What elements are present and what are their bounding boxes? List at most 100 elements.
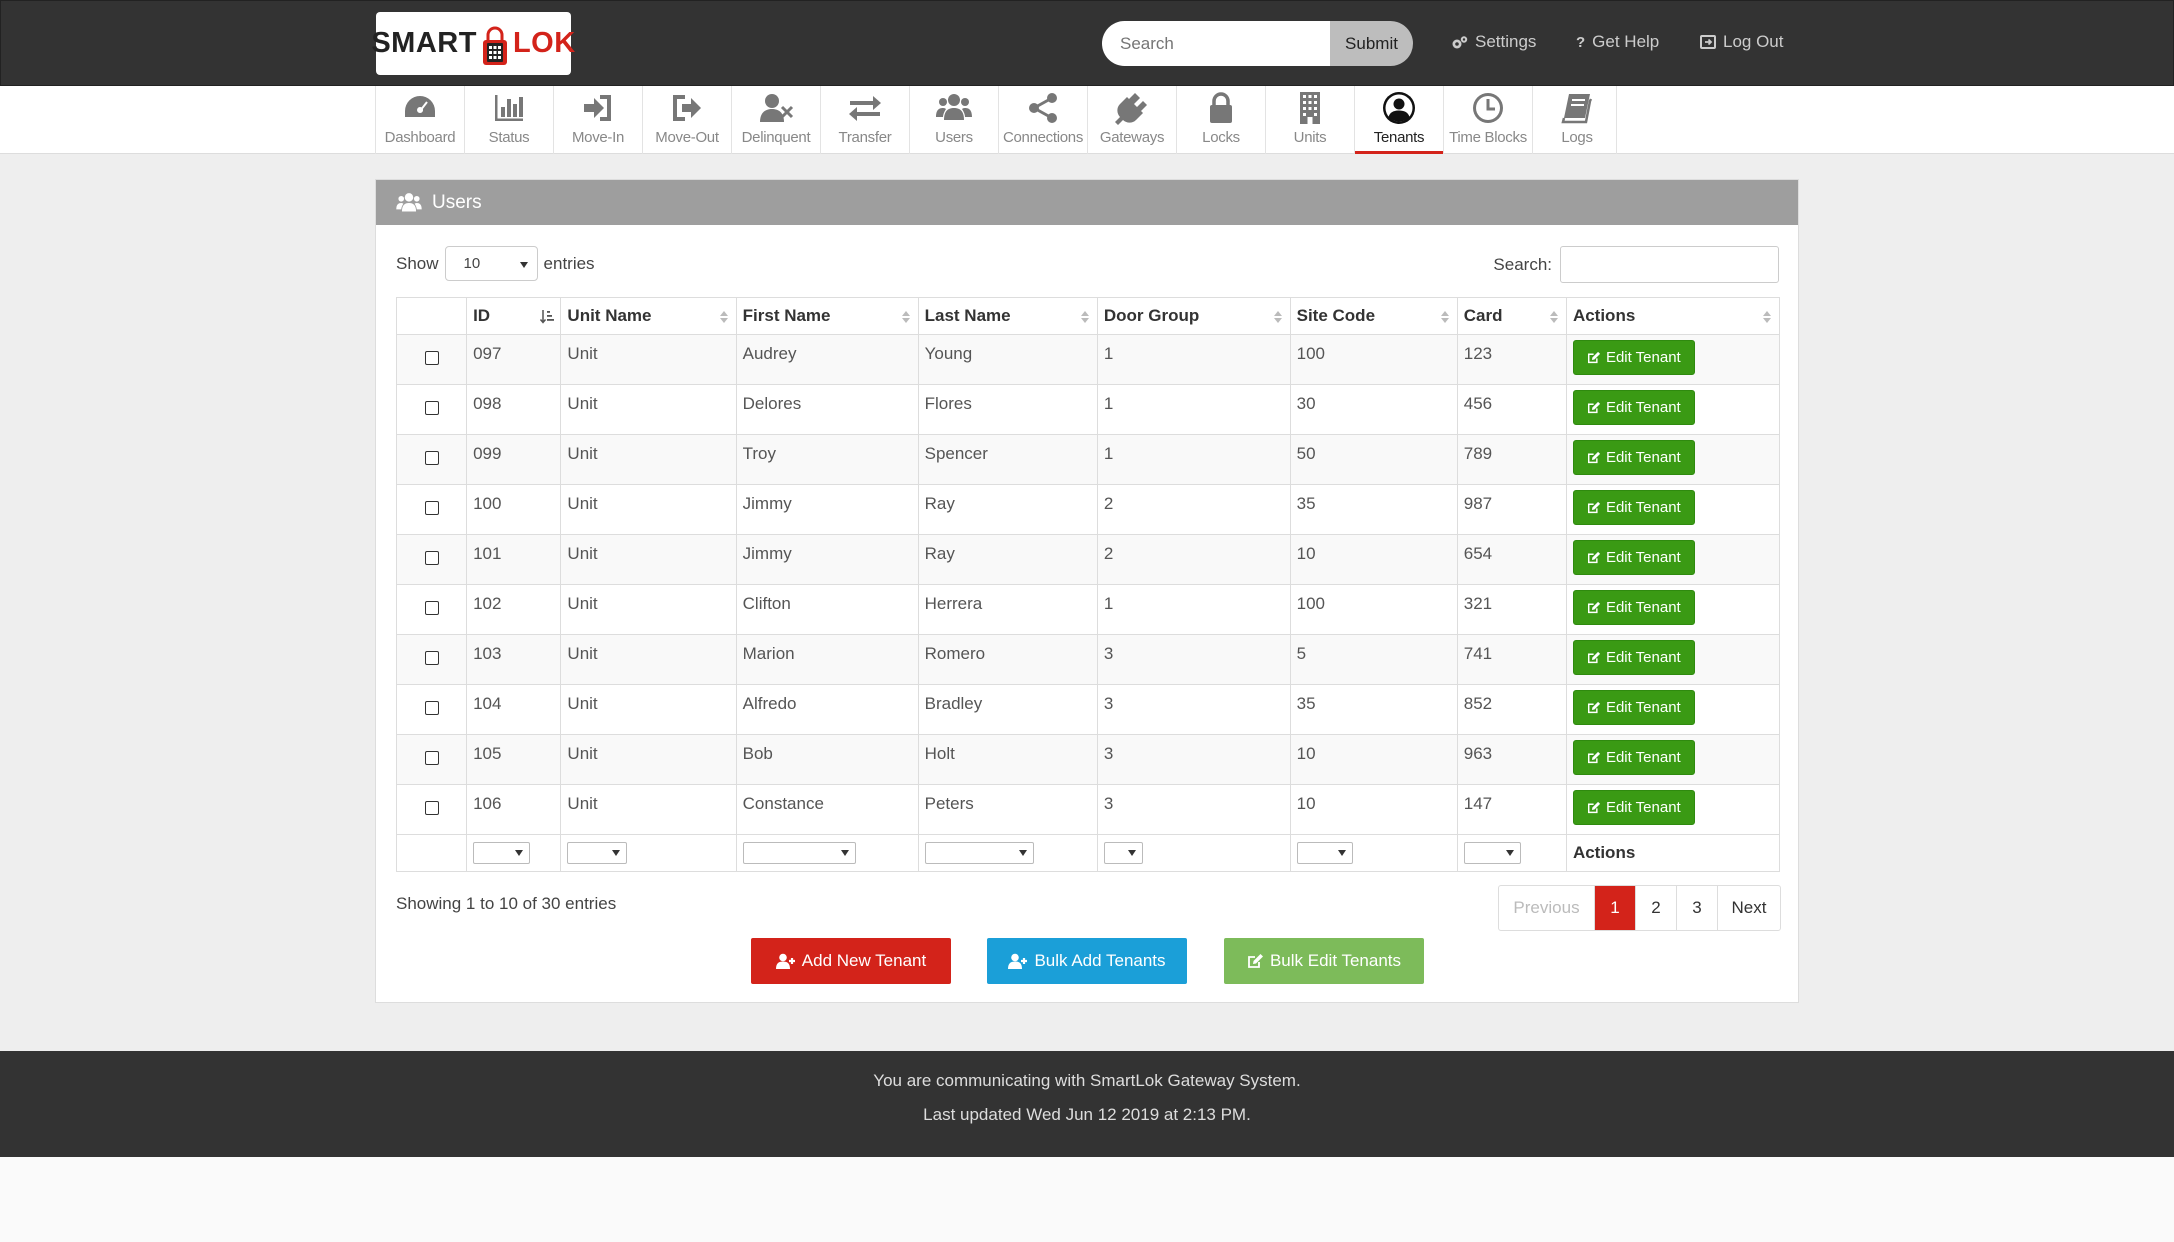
bulk-edit-tenants-label: Bulk Edit Tenants	[1269, 951, 1402, 970]
cell-last-name: Holt	[917, 734, 1098, 785]
bulk-add-tenants-button[interactable]: Bulk Add Tenants	[987, 938, 1187, 984]
cell-select	[395, 684, 468, 735]
filter-card-select[interactable]	[1463, 842, 1521, 864]
entries-value: 10	[463, 255, 481, 272]
cell-actions: Edit Tenant	[1565, 734, 1781, 785]
cell-id: 097	[466, 334, 562, 385]
filter-blank	[395, 834, 468, 872]
bulk-edit-tenants-button[interactable]: Bulk Edit Tenants	[1224, 938, 1424, 984]
pagination-page-1[interactable]: 1	[1594, 886, 1635, 930]
row-checkbox[interactable]	[424, 650, 439, 665]
nav-move-out[interactable]: Move-Out	[642, 86, 731, 154]
nav-gateways[interactable]: Gateways	[1087, 86, 1176, 154]
edit-tenant-button[interactable]: Edit Tenant	[1572, 340, 1695, 375]
entries-select[interactable]: 10	[444, 246, 538, 281]
edit-tenant-button[interactable]: Edit Tenant	[1572, 740, 1695, 775]
row-checkbox[interactable]	[424, 800, 439, 815]
cell-unit-name: Unit	[560, 434, 737, 485]
settings-link[interactable]: Settings	[1451, 32, 1536, 52]
edit-tenant-button[interactable]: Edit Tenant	[1572, 390, 1695, 425]
col-unit-name[interactable]: Unit Name	[560, 297, 737, 335]
nav-users[interactable]: Users	[909, 86, 998, 154]
edit-icon	[1587, 601, 1601, 614]
nav-label: Move-Out	[655, 129, 719, 146]
table-search-input[interactable]	[1560, 246, 1779, 283]
nav-dashboard[interactable]: Dashboard	[375, 86, 464, 154]
edit-tenant-button[interactable]: Edit Tenant	[1572, 690, 1695, 725]
cell-door-group: 1	[1096, 584, 1291, 635]
filter-id-select[interactable]	[473, 842, 531, 864]
sort-icon	[1549, 311, 1558, 323]
filter-door-cell	[1096, 834, 1291, 872]
edit-tenant-button[interactable]: Edit Tenant	[1572, 490, 1695, 525]
col-first-name[interactable]: First Name	[735, 297, 919, 335]
cell-actions: Edit Tenant	[1565, 334, 1781, 385]
top-search: Submit	[1102, 21, 1413, 66]
filter-door-group-select[interactable]	[1103, 842, 1143, 864]
table-info: Showing 1 to 10 of 30 entries	[396, 894, 617, 913]
panel-header: Users	[376, 180, 1798, 225]
add-new-tenant-button[interactable]: Add New Tenant	[751, 938, 951, 984]
col-door-group[interactable]: Door Group	[1096, 297, 1291, 335]
filter-first-name-select[interactable]	[742, 842, 856, 864]
row-checkbox[interactable]	[424, 450, 439, 465]
filter-last-cell	[917, 834, 1098, 872]
col-id[interactable]: ID	[466, 297, 562, 335]
smartlok-logo[interactable]: SMART LOK	[371, 12, 575, 75]
nav-delinquent[interactable]: Delinquent	[731, 86, 820, 154]
row-checkbox[interactable]	[424, 750, 439, 765]
col-card[interactable]: Card	[1456, 297, 1567, 335]
nav-locks[interactable]: Locks	[1176, 86, 1265, 154]
row-checkbox[interactable]	[424, 500, 439, 515]
cell-site-code: 35	[1289, 684, 1458, 735]
row-checkbox[interactable]	[424, 700, 439, 715]
cell-select	[395, 784, 468, 835]
edit-tenant-button[interactable]: Edit Tenant	[1572, 440, 1695, 475]
row-checkbox[interactable]	[424, 550, 439, 565]
filter-site-cell	[1289, 834, 1458, 872]
filter-unit-select[interactable]	[567, 842, 628, 864]
cell-site-code: 5	[1289, 634, 1458, 685]
edit-tenant-button[interactable]: Edit Tenant	[1572, 590, 1695, 625]
row-checkbox[interactable]	[424, 400, 439, 415]
nav-logs[interactable]: Logs	[1532, 86, 1621, 154]
row-checkbox[interactable]	[424, 600, 439, 615]
cell-unit-name: Unit	[560, 734, 737, 785]
nav-units[interactable]: Units	[1265, 86, 1354, 154]
edit-tenant-button[interactable]: Edit Tenant	[1572, 640, 1695, 675]
nav-tenants[interactable]: Tenants	[1354, 86, 1443, 154]
cell-actions: Edit Tenant	[1565, 384, 1781, 435]
cell-first-name: Alfredo	[735, 684, 919, 735]
pagination-page-2[interactable]: 2	[1635, 886, 1676, 930]
nav-connections[interactable]: Connections	[998, 86, 1087, 154]
nav-transfer[interactable]: Transfer	[820, 86, 909, 154]
get-help-link[interactable]: ? Get Help	[1576, 32, 1659, 52]
edit-tenant-button[interactable]: Edit Tenant	[1572, 790, 1695, 825]
pagination-previous[interactable]: Previous	[1499, 886, 1594, 930]
logout-link[interactable]: Log Out	[1700, 32, 1784, 52]
submit-button[interactable]: Submit	[1330, 21, 1413, 66]
edit-tenant-label: Edit Tenant	[1605, 749, 1681, 766]
nav-move-in[interactable]: Move-In	[553, 86, 642, 154]
pagination-next[interactable]: Next	[1717, 886, 1780, 930]
nav-status[interactable]: Status	[464, 86, 553, 154]
col-actions[interactable]: Actions	[1565, 297, 1781, 335]
table-row: 101 Unit Jimmy Ray 2 10 654 Edit Tenant	[395, 534, 1781, 585]
cell-last-name: Ray	[917, 484, 1098, 535]
cell-id: 098	[466, 384, 562, 435]
cell-select	[395, 384, 468, 435]
tenants-table: ID Unit Name First Name Last Name Door G…	[395, 297, 1781, 872]
get-help-label: Get Help	[1592, 32, 1660, 51]
nav-time-blocks[interactable]: Time Blocks	[1443, 86, 1532, 154]
footer-line-2: Last updated Wed Jun 12 2019 at 2:13 PM.	[923, 1105, 1251, 1124]
filter-last-name-select[interactable]	[924, 842, 1034, 864]
edit-tenant-button[interactable]: Edit Tenant	[1572, 540, 1695, 575]
search-input[interactable]	[1102, 21, 1330, 66]
edit-tenant-label: Edit Tenant	[1605, 549, 1681, 566]
col-last-name[interactable]: Last Name	[917, 297, 1098, 335]
filter-site-code-select[interactable]	[1296, 842, 1353, 864]
pagination-page-3[interactable]: 3	[1676, 886, 1717, 930]
col-site-code[interactable]: Site Code	[1289, 297, 1458, 335]
row-checkbox[interactable]	[424, 350, 439, 365]
lock-icon	[1210, 92, 1232, 123]
